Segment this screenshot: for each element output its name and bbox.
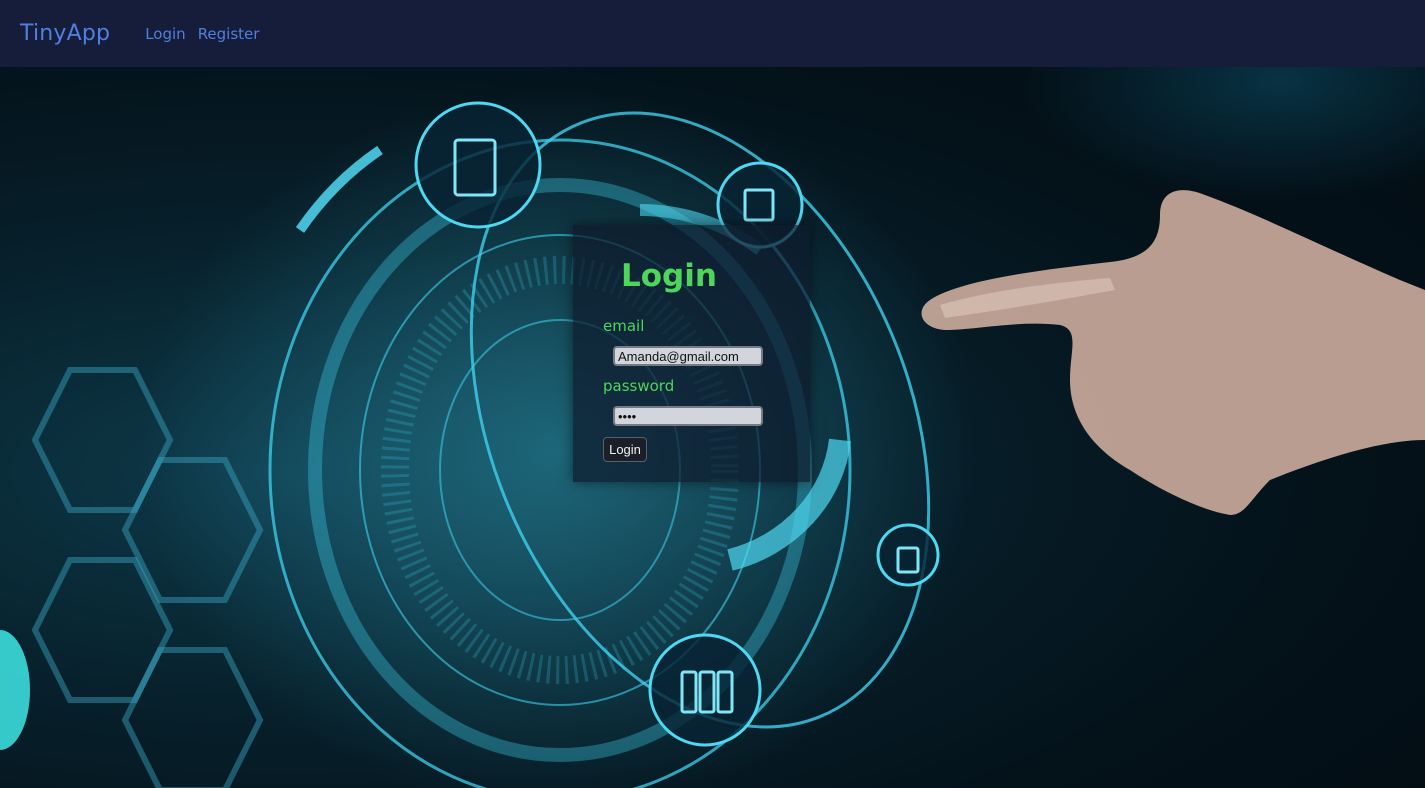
login-heading: Login — [621, 258, 717, 294]
email-label: email — [603, 317, 645, 335]
password-label: password — [603, 377, 675, 395]
email-input[interactable] — [613, 346, 763, 366]
brand-logo-link[interactable]: TinyApp — [20, 21, 110, 46]
login-form: Login email password Login — [573, 225, 810, 482]
nav-register-link[interactable]: Register — [198, 25, 260, 43]
password-input[interactable] — [613, 406, 763, 426]
nav-login-link[interactable]: Login — [145, 25, 185, 43]
login-page: TinyApp Login Register Login email passw… — [0, 0, 1425, 788]
login-submit-button[interactable]: Login — [603, 437, 647, 462]
top-navbar: TinyApp Login Register — [0, 0, 1425, 67]
